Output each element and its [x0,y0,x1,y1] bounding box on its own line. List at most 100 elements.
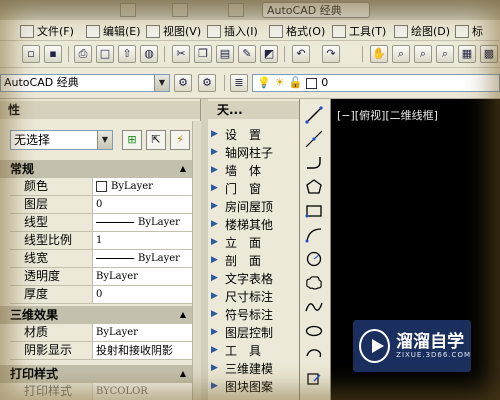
property-value[interactable]: ByLayer [92,324,192,342]
property-row[interactable]: 阴影显示 投射和接收阴影 [10,342,192,360]
palette-item[interactable]: ▶ 符号标注 [211,306,297,322]
property-value[interactable]: ByLayer [92,268,192,286]
palette-item[interactable]: ▶ 门 窗 [211,180,297,196]
chevron-down-icon[interactable]: ▼ [97,131,112,149]
cut-button[interactable]: ✂ [172,45,190,63]
section-general-label: 常规 [10,162,35,176]
property-value[interactable]: 投射和接收阴影 [92,342,192,360]
ellipse-button[interactable] [304,321,324,341]
workspace-value: AutoCAD 经典 [4,76,79,89]
redo-button[interactable]: ↷ [322,45,340,63]
zoom-realtime-button[interactable]: ⌕ [392,45,410,63]
property-value[interactable]: ByLayer [92,214,192,232]
property-value[interactable]: BYCOLOR [92,383,192,400]
property-row[interactable]: 透明度 ByLayer [10,268,192,286]
match-properties-button[interactable]: ✎ [238,45,256,63]
menu-view[interactable]: 视图(V) [146,23,201,39]
construction-line-button[interactable] [304,129,324,149]
ellipse-arc-button[interactable] [304,345,324,365]
section-general[interactable]: 常规 ▲ [0,160,192,178]
zoom-window-button[interactable]: ⌕ [414,45,432,63]
block-editor-button[interactable]: ◩ [260,45,278,63]
property-row[interactable]: 厚度 0 [10,286,192,304]
menu-file[interactable]: 文件(F) [20,23,74,39]
preview-button[interactable]: □ [96,45,114,63]
palette-item[interactable]: ▶ 图块图案 [211,378,297,394]
palette-item[interactable]: ▶ 楼梯其他 [211,216,297,232]
property-value[interactable]: 0 [92,196,192,214]
viewport-controls[interactable]: [−][俯视][二维线框] [337,107,438,123]
property-value[interactable]: 1 [92,232,192,250]
property-row[interactable]: 线型比例 1 [10,232,192,250]
palette-item[interactable]: ▶ 图层控制 [211,324,297,340]
workspace-select[interactable]: AutoCAD 经典 ▼ [0,74,170,92]
property-row[interactable]: 颜色 ByLayer [10,178,192,196]
paste-button[interactable]: ▤ [216,45,234,63]
menu-dimension[interactable]: 标 [455,23,483,39]
palette-item-label: 楼梯其他 [225,217,274,232]
zoom-previous-button[interactable]: ⌕ [436,45,454,63]
selection-select[interactable]: 无选择 ▼ [10,130,113,150]
palette-item[interactable]: ▶ 立 面 [211,234,297,250]
design-center-button[interactable]: ▩ [480,45,498,63]
quick-access-icon[interactable] [172,3,188,17]
3d-publish-button[interactable]: ◍ [140,45,158,63]
workspace-settings-button[interactable]: ⚙ [174,74,192,92]
polygon-button[interactable] [304,177,324,197]
publish-button[interactable]: ⇧ [118,45,136,63]
chevron-down-icon[interactable]: ▼ [154,75,169,91]
circle-button[interactable] [304,249,324,269]
palette-item[interactable]: ▶ 三维建模 [211,360,297,376]
section-plot-style[interactable]: 打印样式 ▲ [0,365,192,383]
palette-item[interactable]: ▶ 墙 体 [211,162,297,178]
palette-item[interactable]: ▶ 工 具 [211,342,297,358]
property-row[interactable]: 材质 ByLayer [10,324,192,342]
new-file-button[interactable]: ▫ [22,45,40,63]
palette-item[interactable]: ▶ 文字表格 [211,270,297,286]
polyline-button[interactable] [304,153,324,173]
quick-access-icon[interactable] [120,3,136,17]
revcloud-button[interactable] [304,273,324,293]
properties-button[interactable]: ▦ [458,45,476,63]
print-button[interactable]: ⎙ [74,45,92,63]
palette-item[interactable]: ▶ 剖 面 [211,252,297,268]
palette-item[interactable]: ▶ 设 置 [211,126,297,142]
line-button[interactable] [304,105,324,125]
palette-item[interactable]: ▶ 轴网柱子 [211,144,297,160]
pan-button[interactable]: ✋ [370,45,388,63]
menu-insert[interactable]: 插入(I) [207,23,258,39]
layer-select[interactable]: 💡 ☀ 🔓 0 [252,74,500,92]
menu-draw[interactable]: 绘图(D) [394,23,450,39]
toolbar-divider [164,46,165,62]
menu-tools[interactable]: 工具(T) [332,23,386,39]
menu-edit[interactable]: 编辑(E) [86,23,141,39]
section-3d-effects[interactable]: 三维效果 ▲ [0,306,192,324]
quick-access-icon[interactable] [228,3,244,17]
arc-button[interactable] [304,225,324,245]
properties-scrollbar[interactable] [192,121,201,400]
save-button[interactable]: ▪ [44,45,62,63]
property-value[interactable]: ByLayer [92,178,192,196]
palette-item[interactable]: ▶ 尺寸标注 [211,288,297,304]
drawing-area[interactable]: [−][俯视][二维线框] 溜溜自学 ZIXUE.3D66.COM [331,99,500,400]
property-row[interactable]: 线宽 ByLayer [10,250,192,268]
property-row[interactable]: 线型 ByLayer [10,214,192,232]
copy-button[interactable]: ❐ [194,45,212,63]
property-value[interactable]: 0 [92,286,192,304]
toggle-pickadd-button[interactable]: ⊞ [122,130,142,150]
workspace-save-button[interactable]: ⚙ [198,74,216,92]
palette-grip[interactable] [201,99,208,400]
quick-select-button[interactable]: ⚡ [170,130,190,150]
property-value[interactable]: ByLayer [92,250,192,268]
palette-item[interactable]: ▶ 房间屋顶 [211,198,297,214]
undo-button[interactable]: ↶ [292,45,310,63]
gear-icon: ⚙ [178,76,188,89]
menu-format[interactable]: 格式(O) [269,23,325,39]
property-row[interactable]: 打印样式 BYCOLOR [10,383,192,400]
rectangle-button[interactable] [304,201,324,221]
layer-manager-button[interactable]: ≣ [230,74,248,92]
select-objects-button[interactable]: ⇱ [146,130,166,150]
insert-block-button[interactable] [304,369,324,389]
property-row[interactable]: 图层 0 [10,196,192,214]
spline-button[interactable] [304,297,324,317]
